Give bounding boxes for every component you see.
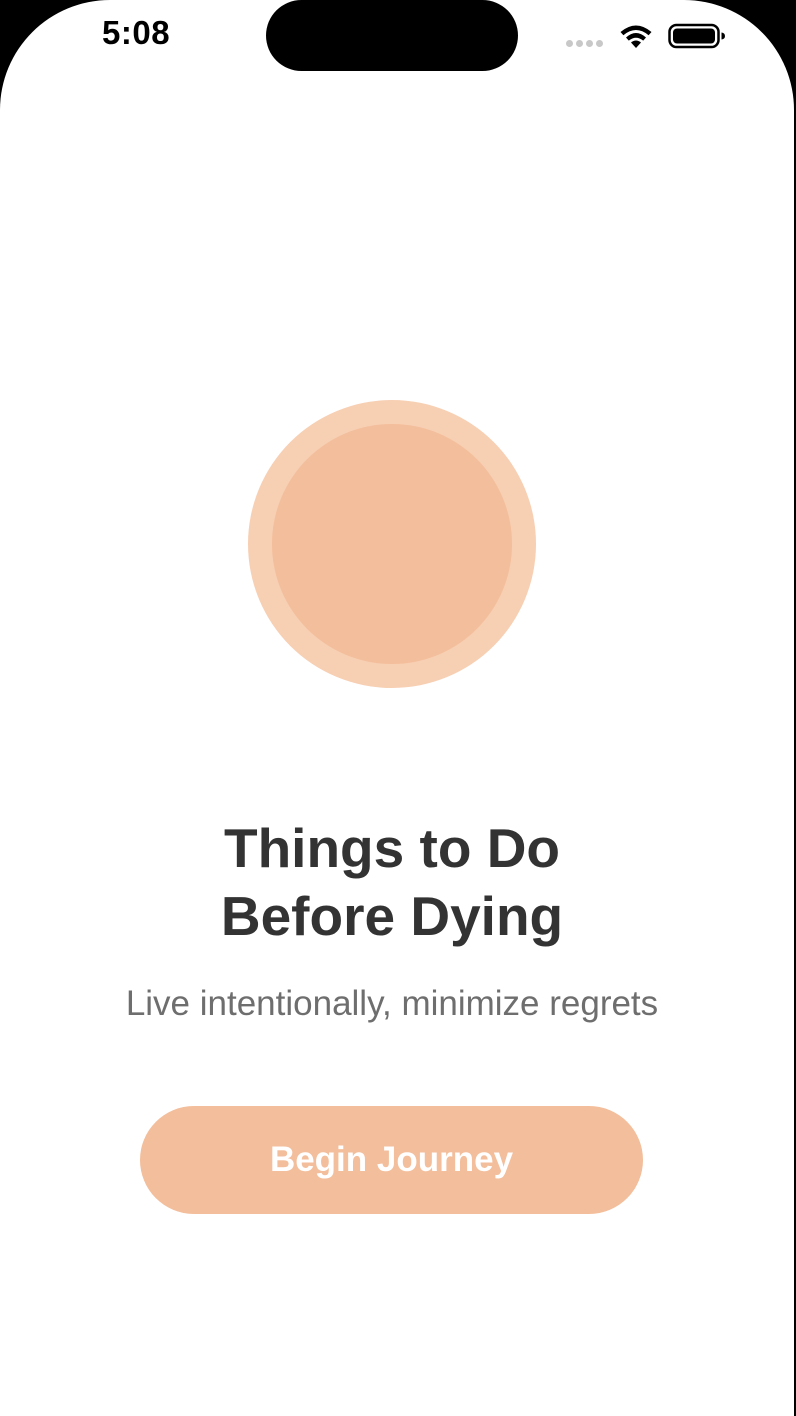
battery-icon	[668, 23, 725, 49]
status-time: 5:08	[102, 14, 171, 51]
title-line-1: Things to Do	[223, 817, 561, 879]
signal-dots-icon	[566, 40, 603, 47]
page-subtitle: Live intentionally, minimize regrets	[125, 984, 659, 1023]
status-bar: 5:08	[0, 0, 794, 72]
device-frame: 5:08 Things to Do Before Dying Live inte…	[0, 0, 796, 1416]
wifi-icon	[620, 25, 652, 48]
app-screen: 5:08 Things to Do Before Dying Live inte…	[0, 0, 794, 1416]
begin-journey-button[interactable]: Begin Journey	[140, 1106, 643, 1214]
hero-circle-inner	[272, 424, 512, 664]
sun-circle-icon	[248, 400, 536, 688]
title-line-2: Before Dying	[220, 885, 564, 947]
page-title: Things to Do Before Dying	[0, 814, 784, 950]
dynamic-island	[266, 0, 518, 71]
